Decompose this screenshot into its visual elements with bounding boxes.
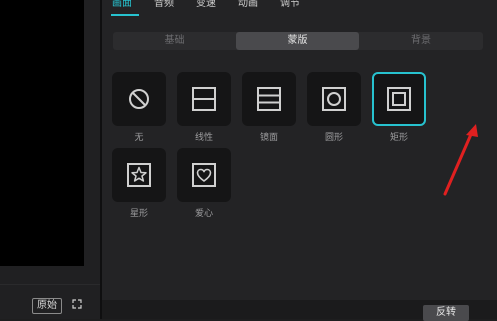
mask-option-star[interactable]: 星形 bbox=[112, 148, 166, 219]
subtab-background[interactable]: 背景 bbox=[359, 32, 483, 50]
property-tabs: 画面 音频 变速 动画 调节 bbox=[102, 0, 497, 16]
mask-option-circle[interactable]: 圆形 bbox=[307, 72, 361, 143]
active-tab-indicator bbox=[111, 14, 139, 16]
rectangle-mask-icon bbox=[387, 87, 411, 111]
mask-option-linear[interactable]: 线性 bbox=[177, 72, 231, 143]
mask-tile[interactable] bbox=[242, 72, 296, 126]
star-mask-icon bbox=[127, 163, 151, 187]
preview-divider bbox=[0, 284, 100, 285]
mask-label: 无 bbox=[134, 133, 144, 143]
mask-tile[interactable] bbox=[307, 72, 361, 126]
subtab-bar: 基础 蒙版 背景 bbox=[113, 32, 483, 50]
preview-panel: 原始 bbox=[0, 0, 100, 319]
mirror-mask-icon bbox=[257, 87, 281, 111]
subtab-mask[interactable]: 蒙版 bbox=[236, 32, 359, 50]
tab-picture[interactable]: 画面 bbox=[112, 0, 132, 10]
mask-option-heart[interactable]: 爱心 bbox=[177, 148, 231, 219]
mask-tile[interactable] bbox=[112, 148, 166, 202]
subtab-basic[interactable]: 基础 bbox=[113, 32, 236, 50]
mask-label: 镜面 bbox=[259, 133, 278, 143]
mask-label: 矩形 bbox=[389, 133, 408, 143]
mask-label: 星形 bbox=[129, 209, 148, 219]
original-ratio-button[interactable]: 原始 bbox=[32, 298, 62, 314]
mask-tile[interactable] bbox=[177, 148, 231, 202]
mask-option-rectangle[interactable]: 矩形 bbox=[372, 72, 426, 143]
mask-option-mirror[interactable]: 镜面 bbox=[242, 72, 296, 143]
properties-panel: 画面 音频 变速 动画 调节 基础 蒙版 背景 无 线性 镜面 圆形 矩形 星形… bbox=[102, 0, 497, 321]
heart-mask-icon bbox=[192, 163, 216, 187]
mask-tile[interactable] bbox=[112, 72, 166, 126]
video-preview bbox=[0, 0, 84, 266]
tab-adjust[interactable]: 调节 bbox=[280, 0, 300, 10]
circle-mask-icon bbox=[322, 87, 346, 111]
tab-audio[interactable]: 音频 bbox=[154, 0, 174, 10]
mask-label: 爱心 bbox=[194, 209, 213, 219]
mask-label: 圆形 bbox=[324, 133, 343, 143]
tab-speed[interactable]: 变速 bbox=[196, 0, 216, 10]
mask-option-none[interactable]: 无 bbox=[112, 72, 166, 143]
mask-label: 线性 bbox=[194, 133, 213, 143]
mask-tile[interactable] bbox=[177, 72, 231, 126]
linear-mask-icon bbox=[192, 87, 216, 111]
mask-tile-selected[interactable] bbox=[372, 72, 426, 126]
no-mask-icon bbox=[129, 89, 149, 109]
tab-animation[interactable]: 动画 bbox=[238, 0, 258, 10]
fullscreen-icon[interactable] bbox=[72, 299, 82, 309]
red-arrow-annotation bbox=[443, 124, 478, 196]
